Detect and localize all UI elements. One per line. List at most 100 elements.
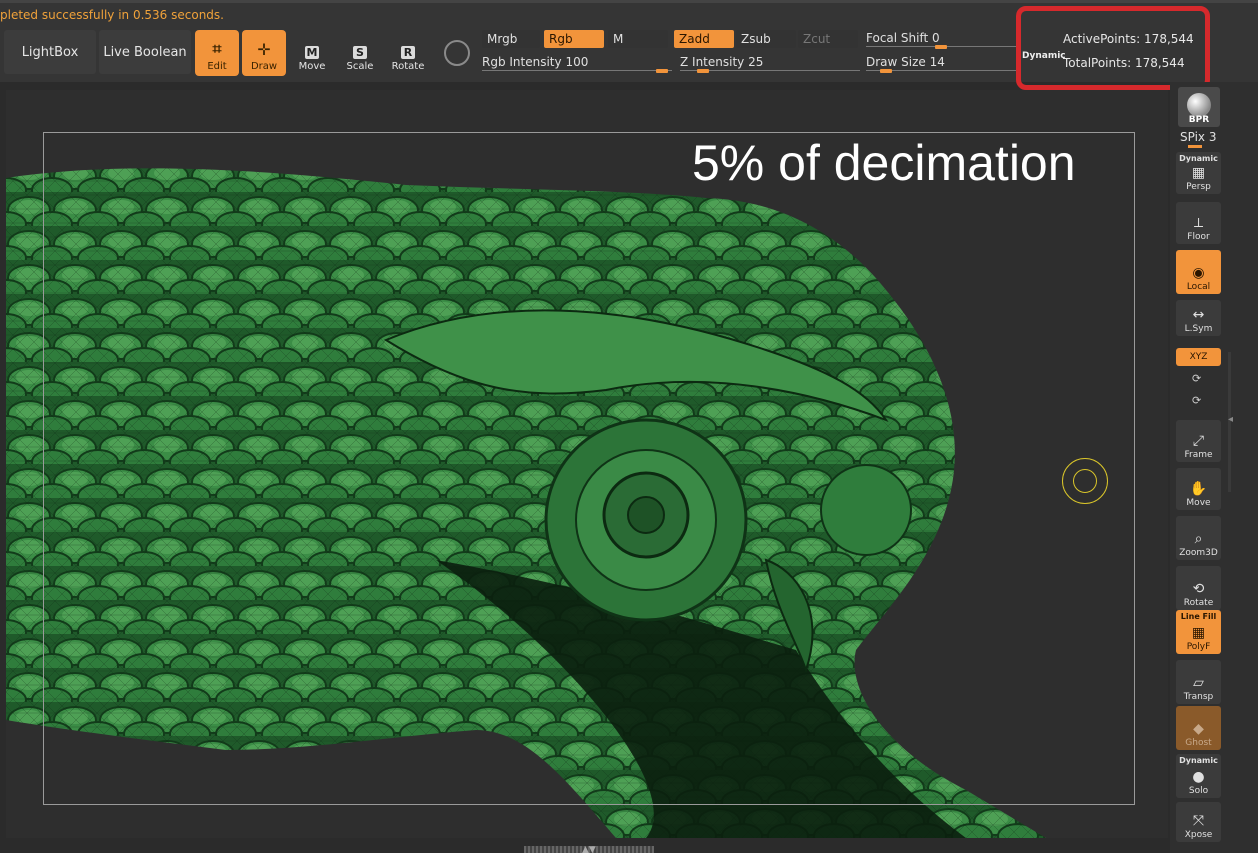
rgb-intensity-value: 100	[565, 55, 589, 69]
transp-button[interactable]: ▱ Transp	[1176, 660, 1221, 704]
xyz-label: XYZ	[1189, 352, 1208, 362]
solo-label: Solo	[1188, 786, 1209, 796]
draw-size-knob[interactable]	[879, 69, 892, 73]
rotate-icon: R	[401, 46, 415, 59]
zsub-button[interactable]: Zsub	[736, 30, 796, 48]
shelf-collapse-icon[interactable]: ◂	[1228, 414, 1233, 425]
annotation-title: 5% of decimation	[692, 135, 1076, 191]
rotate-button[interactable]: ⟲ Rotate	[1176, 566, 1221, 610]
spix-knob[interactable]	[1188, 145, 1202, 148]
xpose-label: Xpose	[1184, 830, 1213, 840]
persp-top-label: Dynamic	[1179, 154, 1218, 163]
zoom3d-button[interactable]: ⌕ Zoom3D	[1176, 516, 1221, 560]
solo-button[interactable]: Dynamic ● Solo	[1176, 754, 1221, 798]
spix-label: SPix	[1180, 130, 1206, 144]
lsym-icon: ↔	[1192, 307, 1205, 323]
local-label: Local	[1186, 282, 1211, 292]
zadd-button[interactable]: Zadd	[674, 30, 734, 48]
zoom3d-icon: ⌕	[1194, 531, 1203, 547]
draw-size-slider[interactable]: Draw Size 14	[866, 53, 1016, 73]
focal-shift-knob[interactable]	[935, 45, 947, 49]
z-intensity-knob[interactable]	[696, 69, 709, 73]
transp-label: Transp	[1183, 692, 1214, 702]
points-highlight-box: ActivePoints: 178,544 TotalPoints: 178,5…	[1016, 6, 1210, 90]
persp-button[interactable]: Dynamic ▦ Persp	[1176, 152, 1221, 194]
spix-value: 3	[1208, 130, 1217, 144]
viewport-canvas[interactable]: 5% of decimation	[6, 90, 1168, 838]
total-points-label: TotalPoints:	[1063, 56, 1132, 70]
brush-cursor	[1062, 458, 1108, 504]
draw-size-value: 14	[929, 55, 945, 69]
local-button[interactable]: ◉ Local	[1176, 250, 1221, 294]
bpr-label: BPR	[1188, 115, 1210, 125]
xpose-icon: ⤧	[1192, 813, 1205, 829]
move-tool-button[interactable]: M Move	[290, 30, 334, 76]
focal-shift-slider[interactable]: Focal Shift 0	[866, 29, 1016, 49]
status-top-strip	[0, 0, 1258, 3]
floor-icon: ⟂	[1193, 215, 1204, 231]
z-intensity-slider[interactable]: Z Intensity 25	[680, 53, 860, 73]
axis-rotate-icon-2[interactable]: ⟳	[1192, 394, 1201, 407]
rgb-intensity-track	[482, 70, 672, 71]
rgb-intensity-knob[interactable]	[656, 69, 669, 73]
draw-button[interactable]: ✛ Draw	[242, 30, 286, 76]
bottom-arrows-icon[interactable]: ▲▼	[582, 845, 596, 853]
rgb-button[interactable]: Rgb	[544, 30, 604, 48]
axis-rotate-icon-1[interactable]: ⟳	[1192, 372, 1201, 385]
total-points-readout: TotalPoints: 178,544	[1063, 56, 1185, 70]
frame-button[interactable]: ⤢ Frame	[1176, 420, 1221, 462]
rgb-intensity-label: Rgb Intensity	[482, 55, 562, 69]
zoom3d-label: Zoom3D	[1179, 548, 1218, 558]
draw-icon: ✛	[257, 40, 271, 59]
move-icon: M	[305, 46, 319, 59]
move-label: Move	[1186, 498, 1211, 508]
transp-icon: ▱	[1193, 675, 1204, 691]
right-shelf: BPR SPix 3 Dynamic ▦ Persp ⟂ Floor ◉ Local ↔ L.S…	[1170, 82, 1258, 853]
move-icon: ✋	[1189, 481, 1208, 497]
polyf-top-label: Line Fill	[1180, 612, 1217, 621]
draw-label: Draw	[250, 61, 278, 72]
live-boolean-button[interactable]: Live Boolean	[99, 30, 191, 74]
xyz-button[interactable]: XYZ	[1176, 348, 1221, 366]
lsym-button[interactable]: ↔ L.Sym	[1176, 300, 1221, 336]
active-points-value: 178,544	[1144, 32, 1194, 46]
edit-button[interactable]: ⌗ Edit	[195, 30, 239, 76]
zcut-button[interactable]: Zcut	[798, 30, 858, 48]
solo-icon: ●	[1192, 769, 1205, 785]
gizmo-icon[interactable]	[444, 40, 470, 66]
lightbox-button[interactable]: LightBox	[4, 30, 96, 74]
rotate-icon: ⟲	[1192, 581, 1205, 597]
rotate-label: Rotate	[391, 61, 425, 72]
move-button[interactable]: ✋ Move	[1176, 468, 1221, 510]
document-frame	[43, 132, 1135, 805]
rotate-tool-button[interactable]: R Rotate	[386, 30, 430, 76]
bpr-sphere-icon	[1187, 93, 1211, 117]
rgb-intensity-slider[interactable]: Rgb Intensity 100	[482, 53, 672, 73]
frame-label: Frame	[1184, 450, 1213, 460]
floor-label: Floor	[1187, 232, 1210, 242]
polyf-label: PolyF	[1186, 642, 1211, 652]
solo-top-label: Dynamic	[1179, 756, 1218, 765]
ghost-button[interactable]: ◆ Ghost	[1176, 706, 1221, 750]
lsym-label: L.Sym	[1184, 324, 1213, 334]
spix-readout[interactable]: SPix 3	[1180, 130, 1217, 144]
scale-icon: S	[353, 46, 367, 59]
polyf-button[interactable]: Line Fill ▦ PolyF	[1176, 610, 1221, 654]
mrgb-button[interactable]: Mrgb	[482, 30, 540, 48]
scale-tool-button[interactable]: S Scale	[338, 30, 382, 76]
xpose-button[interactable]: ⤧ Xpose	[1176, 802, 1221, 842]
edit-label: Edit	[207, 61, 227, 72]
ghost-icon: ◆	[1193, 721, 1204, 737]
floor-button[interactable]: ⟂ Floor	[1176, 202, 1221, 244]
focal-shift-label: Focal Shift	[866, 31, 929, 45]
bpr-button[interactable]: BPR	[1178, 87, 1220, 127]
edit-icon: ⌗	[212, 39, 222, 58]
status-message: pleted successfully in 0.536 seconds.	[0, 8, 224, 22]
m-button[interactable]: M	[608, 30, 668, 48]
draw-size-label: Draw Size	[866, 55, 926, 69]
active-points-label: ActivePoints:	[1063, 32, 1141, 46]
rotate-label: Rotate	[1183, 598, 1214, 608]
focal-shift-value: 0	[932, 31, 940, 45]
scale-label: Scale	[346, 61, 374, 72]
move-label: Move	[298, 61, 326, 72]
